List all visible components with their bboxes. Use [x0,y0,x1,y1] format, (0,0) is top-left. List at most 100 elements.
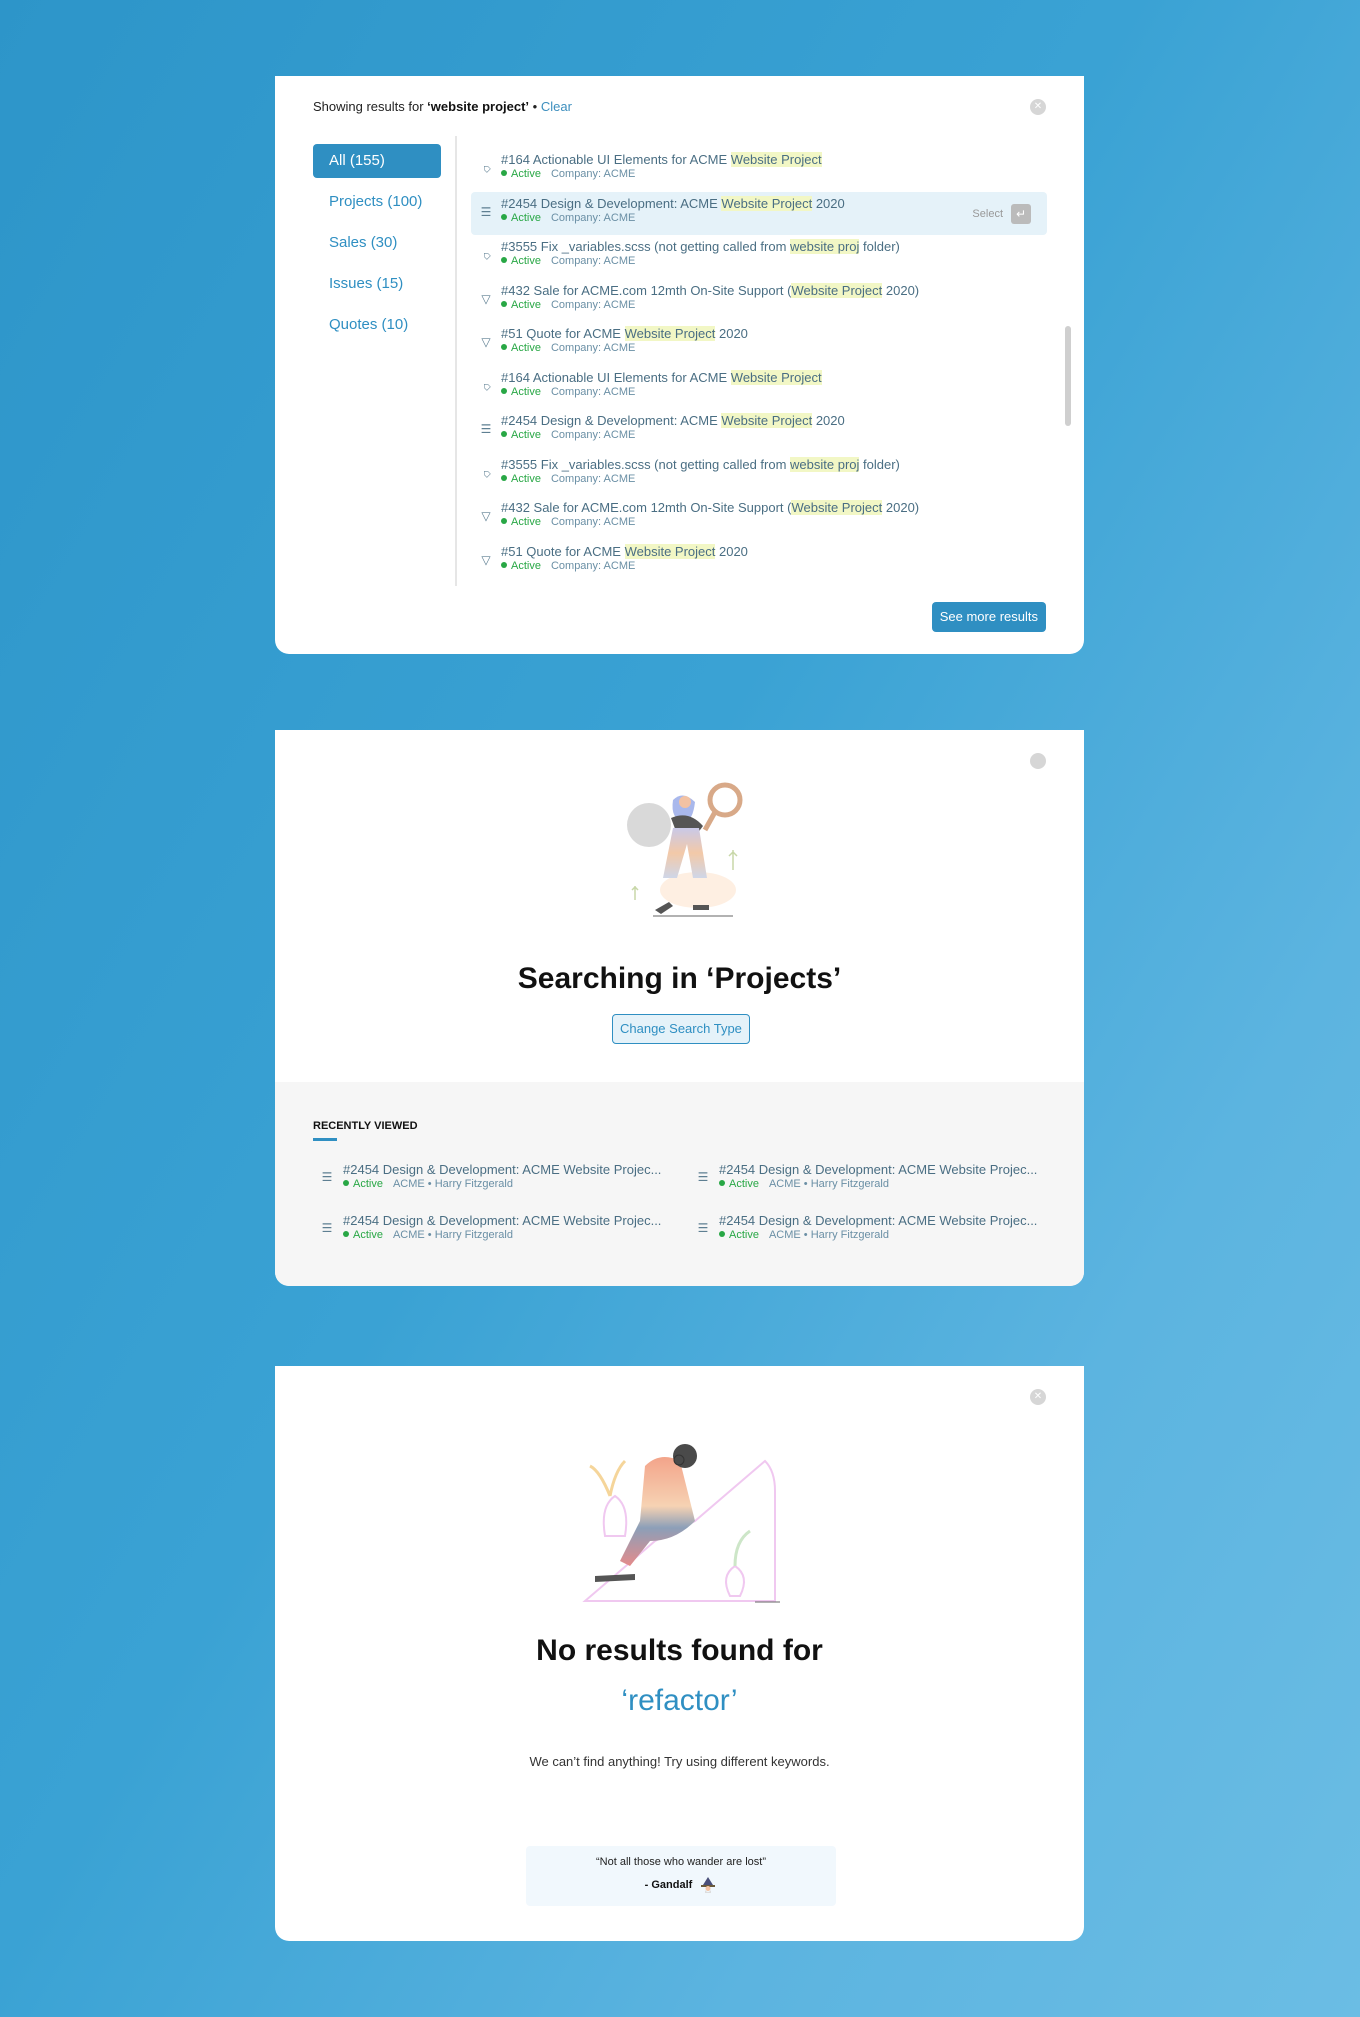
filter-issues[interactable]: Issues (15) [313,267,441,301]
result-row[interactable]: ⌂ #3555 Fix _variables.scss (not getting … [471,453,1047,497]
results-summary: Showing results for ‘website project’ • … [313,99,572,114]
status-badge: Active [511,255,541,267]
match-highlight: website proj [790,456,860,472]
status-dot [501,170,507,176]
status-dot [501,474,507,481]
recent-item-meta: ACME • Harry Fitzgerald [392,1178,513,1190]
filter-projects[interactable]: Projects (100) [313,185,441,219]
status-dot [501,518,507,524]
result-title: #432 Sale for ACME.com 12mth On-Site Sup… [501,500,920,515]
tag-icon: ⌂ [478,464,494,481]
recent-item[interactable]: ☰ #2454 Design & Development: ACME Websi… [689,1162,1038,1190]
title-underline [313,1138,337,1141]
result-title: #51 Quote for ACME Website Project 2020 [501,326,748,341]
match-highlight: Website Project [721,195,813,211]
match-highlight: Website Project [721,413,813,428]
match-highlight: Website Project [730,152,822,167]
filter-sales[interactable]: Sales (30) [313,226,441,260]
result-meta: Active Company: ACME [501,386,1047,398]
status-dot [501,257,507,263]
no-results-panel: ✕ No results found for ‘refactor’ We can… [275,1366,1084,1941]
company-label: Company: ACME [550,168,636,180]
clear-link[interactable]: Clear [541,99,572,114]
project-icon: ☰ [697,1221,709,1235]
result-meta: Active Company: ACME [501,429,1047,441]
match-highlight: website proj [790,239,860,254]
result-meta: Active Company: ACME [501,212,1047,224]
recent-item[interactable]: ☰ #2454 Design & Development: ACME Websi… [313,1213,662,1241]
company-label: Company: ACME [550,472,636,485]
result-row[interactable]: ☰ #2454 Design & Development: ACME Websit… [471,191,1047,235]
change-search-type-button[interactable]: Change Search Type [612,1014,750,1044]
result-title: #3555 Fix _variables.scss (not getting c… [501,239,900,254]
status-dot [501,431,507,437]
status-badge: Active [511,516,541,528]
result-row[interactable]: ⌂ #164 Actionable UI Elements for ACME We… [471,366,1047,410]
close-icon[interactable]: ✕ [1030,1389,1046,1405]
company-label: Company: ACME [550,298,636,311]
result-row[interactable]: ▽ #51 Quote for ACME Website Project 2020… [471,540,1047,584]
search-keyword: ‘refactor’ [621,1684,738,1717]
project-icon: ☰ [480,422,492,436]
company-label: Company: ACME [550,342,636,354]
status-dot [501,344,507,350]
status-dot [501,300,507,307]
company-label: Company: ACME [550,429,636,441]
result-row[interactable]: ▽ #432 Sale for ACME.com 12mth On-Site Su… [471,496,1047,540]
match-highlight: Website Project [624,543,716,559]
match-highlight: Website Project [791,282,883,298]
result-meta: Active Company: ACME [501,342,1047,354]
status-dot [501,387,507,394]
recent-item-title: #2454 Design & Development: ACME Website… [343,1162,662,1177]
result-meta: Active Company: ACME [501,516,1047,528]
recent-item[interactable]: ☰ #2454 Design & Development: ACME Websi… [313,1162,662,1190]
results-prefix: Showing results for [313,99,428,114]
close-icon[interactable] [1030,753,1046,769]
result-row[interactable]: ⌂ #164 Actionable UI Elements for ACME We… [471,148,1047,192]
no-results-title: No results found for [536,1634,823,1667]
status-badge: Active [511,342,541,354]
result-title: #2454 Design & Development: ACME Website… [501,413,845,428]
quote-author: - Gandalf [526,1876,836,1894]
result-meta: Active Company: ACME [501,255,1047,267]
man-sitting-illustration [582,1444,780,1603]
result-row[interactable]: ▽ #51 Quote for ACME Website Project 2020… [471,322,1047,366]
result-row[interactable]: ⌂ #3555 Fix _variables.scss (not getting … [471,235,1047,279]
status-badge: Active [729,1229,759,1241]
status-dot [501,213,507,220]
status-badge: Active [511,385,541,398]
result-row[interactable]: ▽ #432 Sale for ACME.com 12mth On-Site Su… [471,279,1047,323]
status-badge: Active [511,298,541,311]
recent-item-title: #2454 Design & Development: ACME Website… [343,1213,662,1228]
status-dot [501,561,507,568]
no-results-subtitle: We can’t find anything! Try using differ… [529,1754,830,1769]
company-label: Company: ACME [550,559,636,572]
recent-item-title: #2454 Design & Development: ACME Website… [719,1162,1038,1177]
recent-item-meta: ACME • Harry Fitzgerald [768,1178,889,1190]
woman-with-magnifier-illustration [627,782,743,917]
status-badge: Active [353,1178,383,1190]
result-title: #164 Actionable UI Elements for ACME Web… [501,369,822,385]
status-badge: Active [353,1229,383,1241]
select-hint[interactable]: Select ↵ [972,203,1031,224]
see-more-button[interactable]: See more results [931,602,1046,632]
filter-quotes[interactable]: Quotes (10) [313,308,441,342]
company-label: Company: ACME [550,516,636,528]
select-label: Select [972,207,1003,220]
project-icon: ☰ [697,1170,709,1184]
company-label: Company: ACME [550,385,636,398]
funnel-icon: ▽ [481,291,491,306]
tag-icon: ⌂ [478,377,494,394]
match-highlight: Website Project [624,326,716,341]
scrollbar[interactable] [1065,326,1071,426]
separator: • [529,99,541,114]
project-icon: ☰ [321,1221,333,1235]
close-icon[interactable]: ✕ [1030,99,1046,115]
enter-key-icon: ↵ [1011,203,1031,224]
result-title: #51 Quote for ACME Website Project 2020 [501,543,748,559]
filter-all[interactable]: All (155) [313,144,441,178]
recent-item-meta: ACME • Harry Fitzgerald [392,1229,513,1241]
divider [455,136,457,586]
result-row[interactable]: ☰ #2454 Design & Development: ACME Websit… [471,409,1047,453]
recent-item[interactable]: ☰ #2454 Design & Development: ACME Websi… [689,1213,1038,1241]
